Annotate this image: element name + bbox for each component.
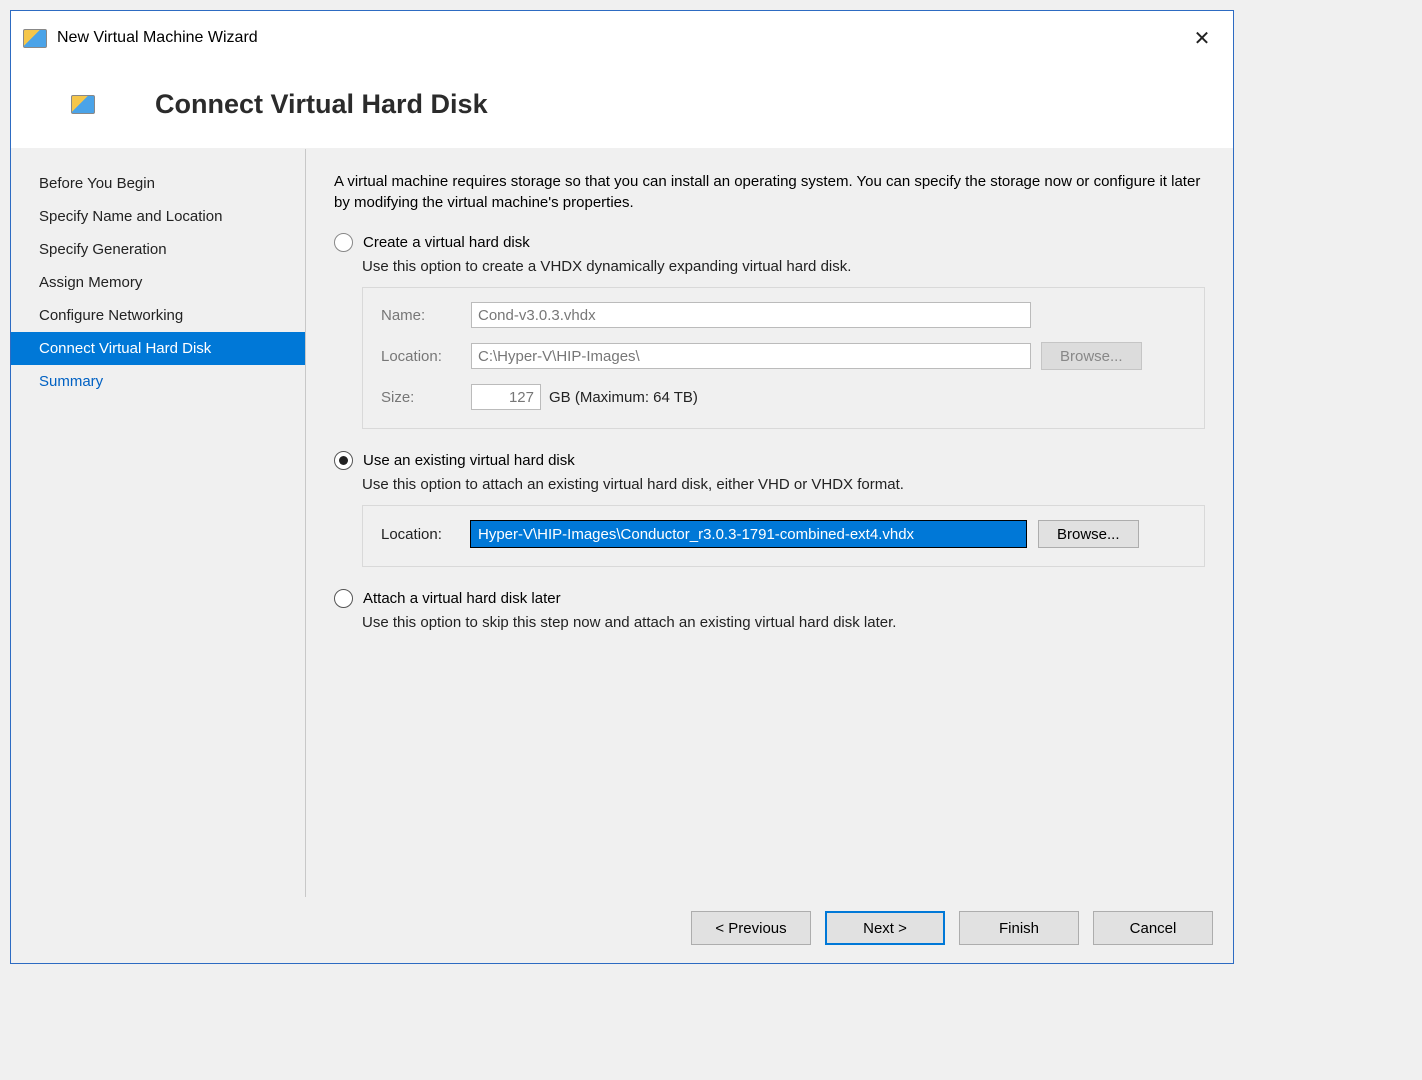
- radio-later[interactable]: [334, 589, 353, 608]
- window-title: New Virtual Machine Wizard: [57, 29, 258, 47]
- previous-button[interactable]: < Previous: [691, 911, 811, 945]
- wizard-sidebar: Before You Begin Specify Name and Locati…: [11, 149, 306, 897]
- create-name-input: [471, 302, 1031, 328]
- wizard-window: New Virtual Machine Wizard ✕ Connect Vir…: [10, 10, 1234, 964]
- create-size-input: [471, 384, 541, 410]
- next-button[interactable]: Next >: [825, 911, 945, 945]
- titlebar: New Virtual Machine Wizard ✕: [11, 11, 1233, 65]
- create-location-label: Location:: [381, 348, 471, 365]
- create-location-input: [471, 343, 1031, 369]
- existing-form-box: Location: Browse...: [362, 505, 1205, 567]
- sidebar-item-summary[interactable]: Summary: [11, 365, 305, 398]
- radio-existing-label: Use an existing virtual hard disk: [363, 452, 575, 469]
- create-size-label: Size:: [381, 389, 471, 406]
- radio-existing[interactable]: [334, 451, 353, 470]
- existing-location-input[interactable]: [471, 521, 1026, 547]
- create-form-box: Name: Location: Browse... Size: GB (Maxi…: [362, 287, 1205, 429]
- intro-text: A virtual machine requires storage so th…: [334, 171, 1205, 213]
- close-button[interactable]: ✕: [1183, 22, 1221, 54]
- sidebar-item-assign-memory[interactable]: Assign Memory: [11, 266, 305, 299]
- page-title: Connect Virtual Hard Disk: [155, 89, 488, 120]
- finish-button[interactable]: Finish: [959, 911, 1079, 945]
- option-existing: Use an existing virtual hard disk Use th…: [334, 451, 1205, 567]
- sidebar-item-connect-vhd[interactable]: Connect Virtual Hard Disk: [11, 332, 305, 365]
- create-size-suffix: GB (Maximum: 64 TB): [549, 389, 698, 406]
- existing-browse-button[interactable]: Browse...: [1038, 520, 1139, 548]
- option-later: Attach a virtual hard disk later Use thi…: [334, 589, 1205, 631]
- sidebar-item-before-you-begin[interactable]: Before You Begin: [11, 167, 305, 200]
- page-header: Connect Virtual Hard Disk: [11, 65, 1233, 148]
- option-create: Create a virtual hard disk Use this opti…: [334, 233, 1205, 429]
- app-icon: [23, 29, 47, 48]
- page-header-icon: [71, 95, 95, 114]
- radio-later-label: Attach a virtual hard disk later: [363, 590, 561, 607]
- wizard-footer: < Previous Next > Finish Cancel: [11, 897, 1233, 963]
- wizard-body: Before You Begin Specify Name and Locati…: [11, 148, 1233, 897]
- create-name-label: Name:: [381, 307, 471, 324]
- option-existing-desc: Use this option to attach an existing vi…: [362, 476, 1205, 493]
- sidebar-item-specify-generation[interactable]: Specify Generation: [11, 233, 305, 266]
- radio-create-label: Create a virtual hard disk: [363, 234, 530, 251]
- option-later-desc: Use this option to skip this step now an…: [362, 614, 1205, 631]
- cancel-button[interactable]: Cancel: [1093, 911, 1213, 945]
- sidebar-item-specify-name[interactable]: Specify Name and Location: [11, 200, 305, 233]
- sidebar-item-configure-networking[interactable]: Configure Networking: [11, 299, 305, 332]
- radio-create[interactable]: [334, 233, 353, 252]
- option-create-desc: Use this option to create a VHDX dynamic…: [362, 258, 1205, 275]
- existing-location-label: Location:: [381, 526, 471, 543]
- create-browse-button: Browse...: [1041, 342, 1142, 370]
- wizard-main: A virtual machine requires storage so th…: [306, 149, 1233, 897]
